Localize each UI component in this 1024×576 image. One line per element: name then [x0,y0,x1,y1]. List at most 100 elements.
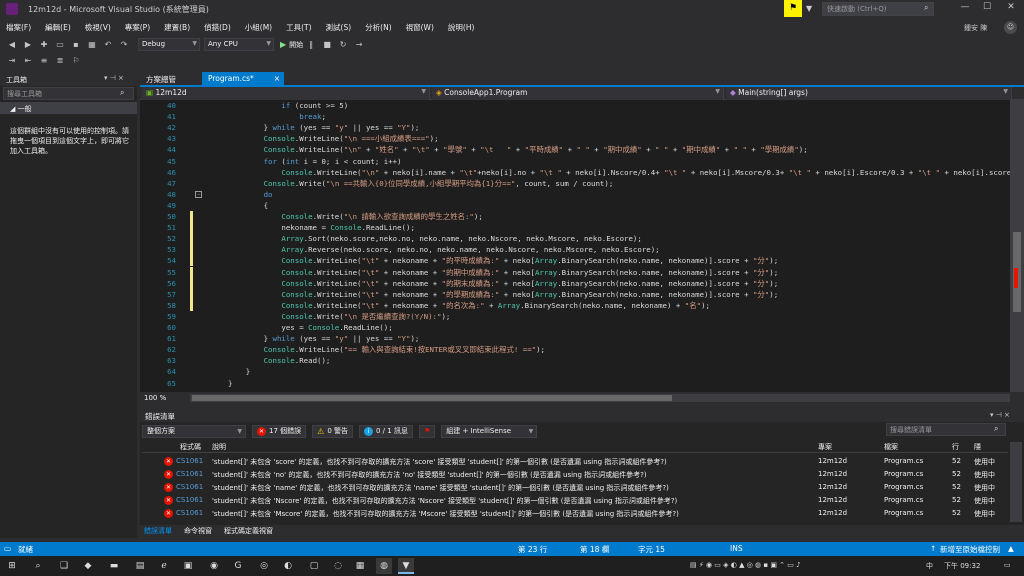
tab-close-icon[interactable]: × [274,74,280,83]
menu-debug[interactable]: 偵錯(D) [204,22,231,33]
indent-icon[interactable]: ⇤ [22,55,34,67]
pause-icon[interactable]: ‖ [305,39,317,51]
code-line[interactable]: 41 break; [140,111,1010,122]
code-line[interactable]: 56 Console.WriteLine("\t" + nekoname + "… [140,277,1010,289]
code-line[interactable]: 59 Console.Write("\n 是否繼續查詢?(Y/N):"); [140,311,1010,322]
code-line[interactable]: 51 nekoname = Console.ReadLine(); [140,222,1010,234]
stop-icon[interactable]: ■ [321,39,333,51]
column-suppression[interactable]: 隱 [974,442,981,452]
quick-launch-input[interactable]: 快速啟動 (Ctrl+Q) [822,2,934,16]
code-line[interactable]: 64 } [140,366,1010,377]
configuration-select[interactable]: Debug ▼ [138,38,200,51]
tab-program-cs[interactable]: Program.cs* × [202,72,284,85]
app-icon[interactable]: ◐ [280,558,296,574]
horizontal-scroll-thumb[interactable] [192,395,672,401]
start-button[interactable]: ▶ 開始 [280,40,303,50]
code-line[interactable]: 40 if (count >= 5) [140,100,1010,111]
error-list-search-input[interactable]: 搜尋錯誤清單 [886,423,1006,436]
menu-team[interactable]: 小組(M) [245,22,272,33]
class-dropdown[interactable]: ◈ ConsoleApp1.Program ▼ [432,87,724,100]
project-dropdown[interactable]: ▣ 12m12d ▼ [142,87,430,100]
app-icon[interactable]: ▣ [180,558,196,574]
add-to-source-control[interactable]: 新增至原始檔控制 [940,544,1000,555]
menu-edit[interactable]: 編輯(E) [45,22,71,33]
comment-icon[interactable]: ≡ [38,55,50,67]
menu-tools[interactable]: 工具(T) [286,22,311,33]
tray-icons[interactable]: ▤ ⚡ ◉ ▭ ◈ ◐ ▲ ◎ ◍ ▪ ▣ ⌃ ▭ ♪ [690,561,801,569]
notification-flag-icon[interactable]: ⚑ [784,0,802,17]
menu-analyze[interactable]: 分析(N) [365,22,391,33]
task-view-icon[interactable]: ❑ [56,558,72,574]
build-filter-select[interactable]: 組建 + IntelliSense ▼ [441,424,538,438]
notifications-icon[interactable]: ▭ [1004,561,1011,569]
code-line[interactable]: 47 Console.Write("\n ==共輸入{0}位同學成績,小組學期平… [140,178,1010,189]
chrome-icon[interactable]: ◎ [256,558,272,574]
menu-file[interactable]: 檔案(F) [6,22,31,33]
error-row[interactable]: ✕ CS1061 'student[]' 未包含 'no' 的定義，也找不到可存取的… [142,469,1008,482]
step-icon[interactable]: → [353,39,365,51]
error-row[interactable]: ✕ CS1061 'student[]' 未包含 'name' 的定義，也找不到可存… [142,482,1008,495]
error-list-scrollbar[interactable] [1010,442,1022,522]
menu-build[interactable]: 建置(B) [164,22,190,33]
user-name[interactable]: 鍾安 陳 [964,23,987,33]
minimize-button[interactable]: — [958,2,972,12]
new-project-icon[interactable]: ✚ [38,39,50,51]
code-line[interactable]: 48 − do [140,189,1010,200]
menu-window[interactable]: 視窗(W) [406,22,434,33]
code-line[interactable]: 50 Console.Write("\n 請輸入欲查詢成績的學生之姓名:"); [140,211,1010,223]
code-line[interactable]: 54 Console.WriteLine("\t" + nekoname + "… [140,255,1010,267]
restart-icon[interactable]: ↻ [337,39,349,51]
platform-select[interactable]: Any CPU ▼ [204,38,274,51]
menu-help[interactable]: 說明(H) [448,22,475,33]
tab-code-definition[interactable]: 程式碼定義視窗 [224,526,273,536]
bookmark-icon[interactable]: ⚐ [70,55,82,67]
errors-filter-button[interactable]: ✕ 17 個錯誤 [252,424,307,438]
menu-test[interactable]: 測試(S) [326,22,352,33]
code-line[interactable]: 60 yes = Console.ReadLine(); [140,322,1010,333]
column-code[interactable]: 程式碼 [180,442,201,452]
clear-filter-button[interactable]: ⚑ [418,424,436,438]
error-row[interactable]: ✕ CS1061 'student[]' 未包含 'Nscore' 的定義，也找不到… [142,495,1008,508]
save-icon[interactable]: ▪ [70,39,82,51]
warnings-filter-button[interactable]: ⚠ 0 警告 [312,424,353,438]
messages-filter-button[interactable]: i0 / 1 訊息 [359,424,413,438]
open-file-icon[interactable]: ▭ [54,39,66,51]
tab-error-list[interactable]: 錯誤清單 [144,526,172,536]
zoom-level[interactable]: 100 % [144,394,166,402]
app-icon[interactable]: ◌ [330,558,346,574]
error-row[interactable]: ✕ CS1061 'student[]' 未包含 'score' 的定義，也找不到可… [142,456,1008,469]
code-line[interactable]: 63 Console.Read(); [140,355,1010,366]
input-language[interactable]: 中 [926,561,933,571]
format-icon[interactable]: ⇥ [6,55,18,67]
menu-project[interactable]: 專案(P) [125,22,150,33]
column-description[interactable]: 說明 [212,442,226,452]
save-all-icon[interactable]: ▦ [86,39,98,51]
code-line[interactable]: 44 Console.WriteLine("\n" + "姓名" + "\t" … [140,144,1010,155]
tab-command-window[interactable]: 命令視窗 [184,526,212,536]
visual-studio-taskbar-icon[interactable]: ▼ [398,558,414,574]
code-line[interactable]: 61 } while (yes == "y" || yes == "Y"); [140,333,1010,344]
menu-view[interactable]: 檢視(V) [85,22,111,33]
steam-icon[interactable]: ◉ [206,558,222,574]
code-editor[interactable]: 40 if (count >= 5) 41 break; 42 } while (y… [140,100,1010,392]
code-line[interactable]: 46 Console.WriteLine("\n" + neko[i].name… [140,167,1010,178]
code-line[interactable]: 43 Console.WriteLine("\n ===小組成績表==="); [140,133,1010,144]
windows-start-icon[interactable]: ⊞ [4,558,20,574]
app-icon[interactable]: G [230,558,246,574]
search-icon[interactable]: ⌕ [30,558,46,574]
avatar[interactable]: ☺ [1004,21,1017,34]
redo-icon[interactable]: ↷ [118,39,130,51]
code-line[interactable]: 42 } while (yes == "y" || yes == "Y"); [140,122,1010,133]
back-icon[interactable]: ◀ [6,39,18,51]
error-row[interactable]: ✕ CS1061 'student[]' 未包含 'Mscore' 的定義，也找不到… [142,508,1008,521]
discord-icon[interactable]: ◍ [376,558,392,574]
code-line[interactable]: 52 Array.Sort(neko.score,neko.no, neko.n… [140,233,1010,245]
chevron-up-icon[interactable]: ▲ [1008,544,1014,553]
code-line[interactable]: 55 Console.WriteLine("\t" + nekoname + "… [140,266,1010,278]
filter-icon[interactable]: ▼ [806,4,812,13]
uncomment-icon[interactable]: ≣ [54,55,66,67]
code-line[interactable]: 49 { [140,200,1010,211]
code-line[interactable]: 57 Console.WriteLine("\t" + nekoname + "… [140,288,1010,300]
panel-pin-icon[interactable]: ▾ ⊣ × [990,411,1010,419]
store-icon[interactable]: ▤ [132,558,148,574]
